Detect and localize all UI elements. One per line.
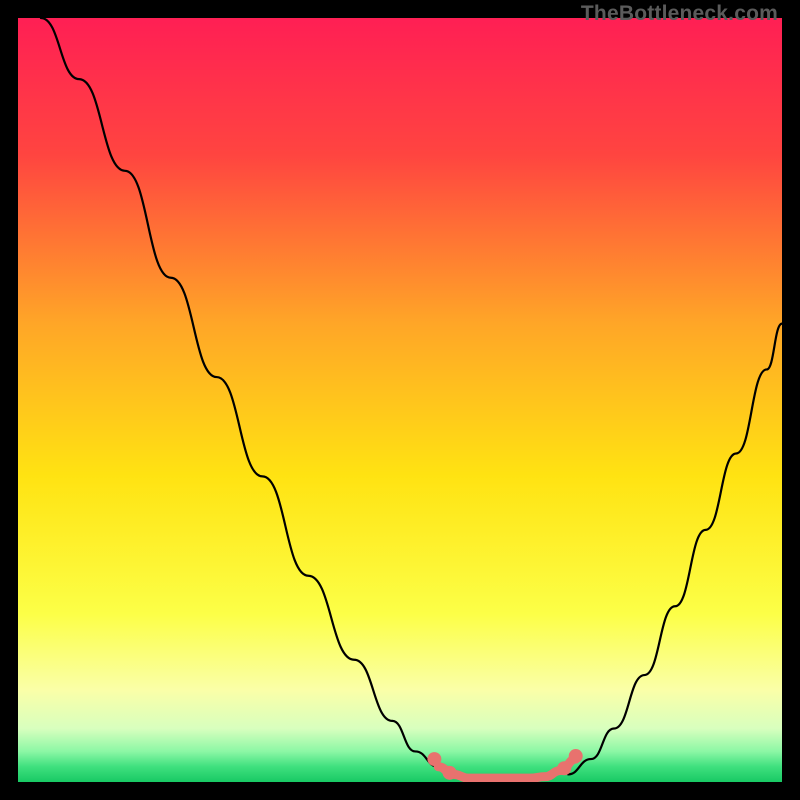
- watermark-text: TheBottleneck.com: [581, 2, 778, 26]
- floor-dot: [443, 766, 457, 780]
- chart-frame: [18, 18, 782, 782]
- bottleneck-chart: [18, 18, 782, 782]
- floor-dot: [569, 749, 583, 763]
- floor-dot: [557, 761, 571, 775]
- floor-dot: [427, 752, 441, 766]
- gradient-background: [18, 18, 782, 782]
